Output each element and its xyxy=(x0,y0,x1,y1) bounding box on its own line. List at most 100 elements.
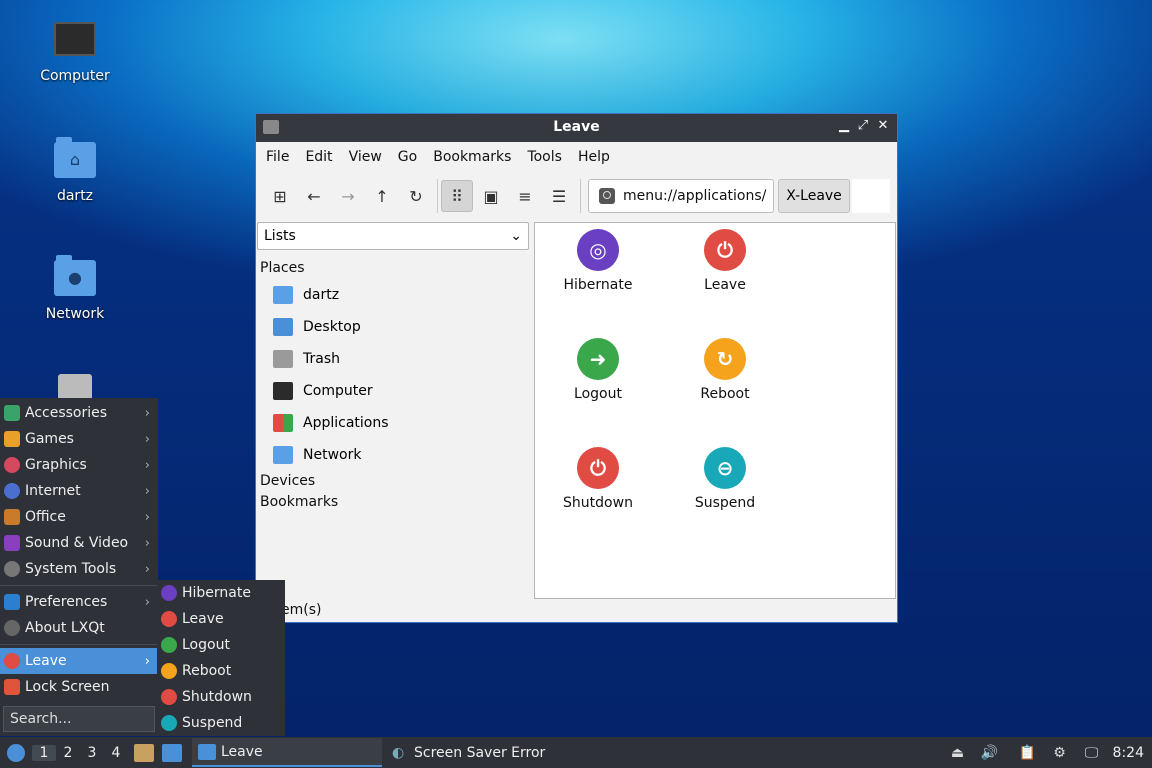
menu-item-label: Lock Screen xyxy=(25,679,110,695)
network-folder-icon xyxy=(273,446,293,464)
submenu-item-shutdown[interactable]: Shutdown xyxy=(157,684,285,710)
menu-edit[interactable]: Edit xyxy=(297,149,340,165)
submenu-item-reboot[interactable]: Reboot xyxy=(157,658,285,684)
show-desktop-icon[interactable] xyxy=(162,743,182,762)
location-text: menu://applications/ xyxy=(623,188,767,204)
place-item-trash[interactable]: Trash xyxy=(257,343,531,375)
menu-item-graphics[interactable]: Graphics › xyxy=(0,452,158,478)
system-tray: ⏏ 🔊 📋 ⚙ 🖵 8:24 xyxy=(947,737,1152,768)
place-item-computer[interactable]: Computer xyxy=(257,375,531,407)
submenu-item-leave[interactable]: Leave xyxy=(157,606,285,632)
search-icon xyxy=(599,188,615,204)
menu-tools[interactable]: Tools xyxy=(519,149,570,165)
computer-icon xyxy=(273,382,293,400)
back-icon[interactable]: ← xyxy=(298,180,330,212)
devices-header[interactable]: Devices xyxy=(260,473,531,489)
app-suspend[interactable]: ⊖ Suspend xyxy=(670,447,780,511)
menu-view[interactable]: View xyxy=(341,149,390,165)
shutdown-icon xyxy=(161,689,177,705)
menu-item-leave[interactable]: Leave › xyxy=(0,648,158,674)
notification-icon[interactable]: 🖵 xyxy=(1081,744,1103,762)
up-icon[interactable]: ↑ xyxy=(366,180,398,212)
task-screen-saver-error[interactable]: ◐ Screen Saver Error xyxy=(386,738,576,767)
maximize-icon[interactable]: ⤢ xyxy=(854,118,872,133)
info-icon xyxy=(4,620,20,636)
menu-item-label: Accessories xyxy=(25,405,108,421)
menu-go[interactable]: Go xyxy=(390,149,425,165)
title-bar[interactable]: Leave ▁ ⤢ ✕ xyxy=(256,114,897,142)
compact-view-icon[interactable]: ≡ xyxy=(509,180,541,212)
detailed-list-icon[interactable]: ☰ xyxy=(543,180,575,212)
submenu-item-logout[interactable]: Logout xyxy=(157,632,285,658)
screensaver-icon: ◐ xyxy=(392,744,405,761)
path-button[interactable]: X-Leave xyxy=(778,179,850,213)
trash-icon xyxy=(273,350,293,368)
menu-item-label: Internet xyxy=(25,483,81,499)
side-pane-mode-select[interactable]: Lists ⌄ xyxy=(257,222,529,250)
submenu-item-suspend[interactable]: Suspend xyxy=(157,710,285,736)
app-reboot[interactable]: ↻ Reboot xyxy=(670,338,780,402)
forward-icon[interactable]: → xyxy=(332,180,364,212)
reload-icon[interactable]: ↻ xyxy=(400,180,432,212)
reboot-icon xyxy=(161,663,177,679)
place-item-network[interactable]: Network xyxy=(257,439,531,471)
thumbnail-view-icon[interactable]: ▣ xyxy=(475,180,507,212)
icon-view-icon[interactable]: ⠿ xyxy=(441,180,473,212)
desktop-icon-computer[interactable]: Computer xyxy=(20,22,130,84)
workspace-3[interactable]: 3 xyxy=(80,745,104,761)
main-menu-button[interactable] xyxy=(0,743,32,762)
menu-item-lock-screen[interactable]: Lock Screen xyxy=(0,674,158,700)
app-leave[interactable]: ⏻ Leave xyxy=(670,229,780,293)
place-item-desktop[interactable]: Desktop xyxy=(257,311,531,343)
menu-bar: File Edit View Go Bookmarks Tools Help xyxy=(256,142,897,172)
new-tab-icon[interactable]: ⊞ xyxy=(264,180,296,212)
desktop-icon-label: dartz xyxy=(56,188,94,204)
desktop-icon-home[interactable]: ⌂ dartz xyxy=(20,137,130,204)
menu-item-label: System Tools xyxy=(25,561,117,577)
workspace-2[interactable]: 2 xyxy=(56,745,80,761)
status-bar-text: em(s) xyxy=(281,602,322,618)
clock[interactable]: 8:24 xyxy=(1113,745,1144,761)
desktop-icon-network[interactable]: ● Network xyxy=(20,255,130,322)
logout-icon: ➜ xyxy=(577,338,619,380)
close-icon[interactable]: ✕ xyxy=(874,118,892,133)
file-manager-launcher-icon[interactable] xyxy=(134,743,154,762)
volume-icon[interactable]: 🔊 xyxy=(979,744,1001,762)
submenu-item-hibernate[interactable]: Hibernate xyxy=(157,580,285,606)
hibernate-icon: ◎ xyxy=(577,229,619,271)
menu-item-preferences[interactable]: Preferences › xyxy=(0,589,158,615)
menu-item-games[interactable]: Games › xyxy=(0,426,158,452)
menu-bookmarks[interactable]: Bookmarks xyxy=(425,149,519,165)
sound-video-icon xyxy=(4,535,20,551)
menu-item-system-tools[interactable]: System Tools › xyxy=(0,556,158,582)
task-leave[interactable]: Leave xyxy=(192,738,382,767)
desktop-icon-label: Network xyxy=(45,306,105,322)
location-bar[interactable]: menu://applications/ xyxy=(588,179,774,213)
app-shutdown[interactable]: ⏻ Shutdown xyxy=(543,447,653,511)
app-hibernate[interactable]: ◎ Hibernate xyxy=(543,229,653,293)
side-pane: Lists ⌄ Places dartz Desktop Trash Compu… xyxy=(257,222,531,602)
menu-item-accessories[interactable]: Accessories › xyxy=(0,400,158,426)
menu-item-internet[interactable]: Internet › xyxy=(0,478,158,504)
workspace-1[interactable]: 1 xyxy=(32,744,56,761)
eject-icon[interactable]: ⏏ xyxy=(947,744,969,762)
minimize-icon[interactable]: ▁ xyxy=(835,118,853,133)
menu-search-input[interactable]: Search... xyxy=(3,706,155,732)
place-item-applications[interactable]: Applications xyxy=(257,407,531,439)
bookmarks-header[interactable]: Bookmarks xyxy=(260,494,531,510)
workspace-4[interactable]: 4 xyxy=(104,745,128,761)
clipboard-icon[interactable]: 📋 xyxy=(1017,744,1039,762)
menu-help[interactable]: Help xyxy=(570,149,618,165)
menu-file[interactable]: File xyxy=(258,149,297,165)
app-logout[interactable]: ➜ Logout xyxy=(543,338,653,402)
menu-item-office[interactable]: Office › xyxy=(0,504,158,530)
place-item-home[interactable]: dartz xyxy=(257,279,531,311)
toolbar-separator xyxy=(437,179,438,213)
network-icon[interactable]: ⚙ xyxy=(1049,744,1071,762)
chevron-right-icon: › xyxy=(144,509,150,525)
menu-item-about[interactable]: About LXQt xyxy=(0,615,158,641)
accessories-icon xyxy=(4,405,20,421)
menu-item-sound-video[interactable]: Sound & Video › xyxy=(0,530,158,556)
logout-icon xyxy=(161,637,177,653)
submenu-item-label: Leave xyxy=(182,611,224,627)
